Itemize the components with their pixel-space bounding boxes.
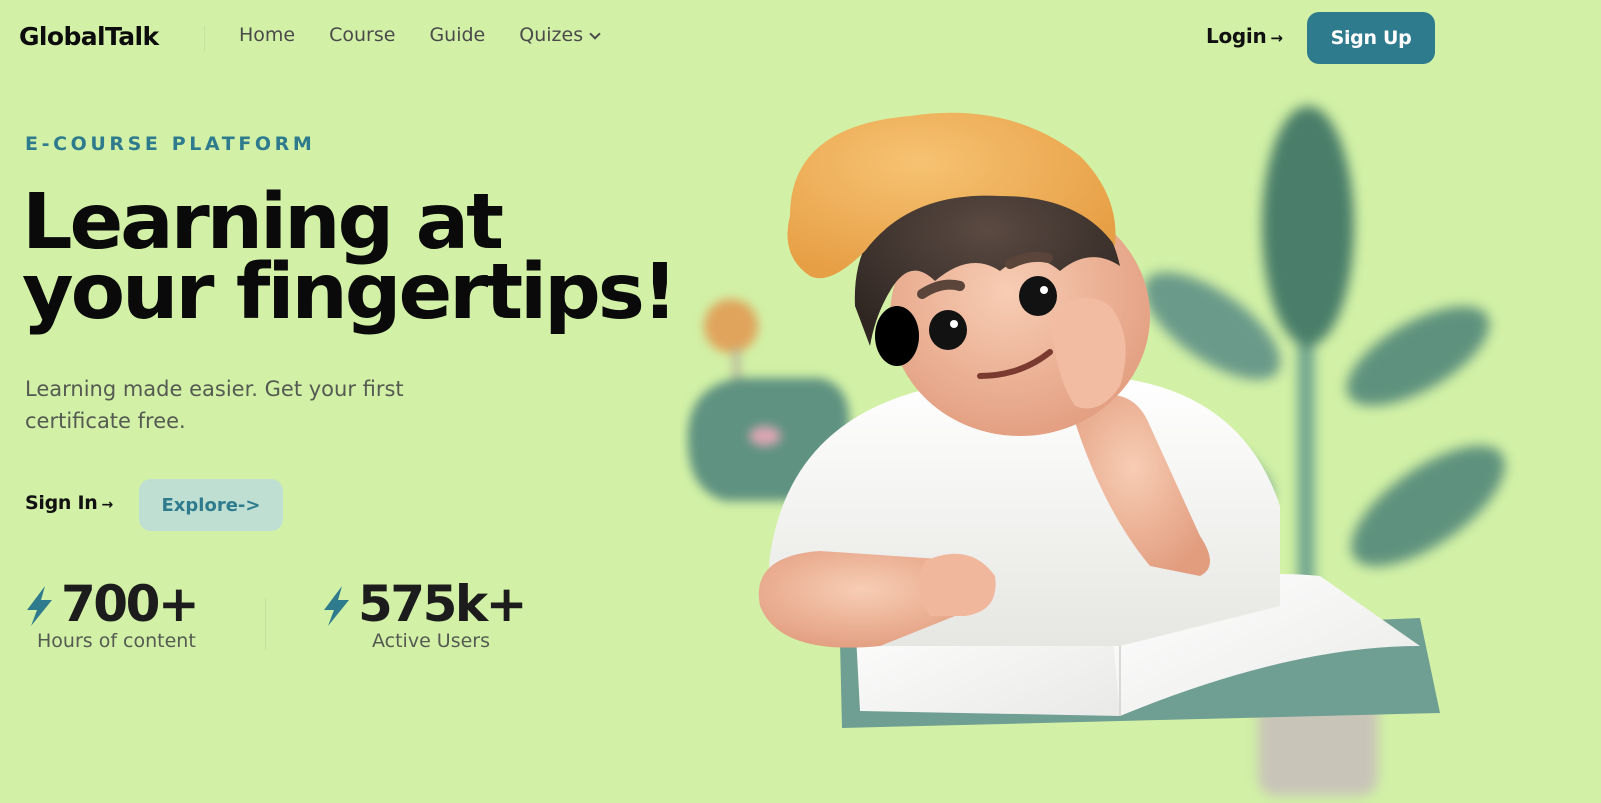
nav-divider	[204, 26, 205, 52]
eyebrow-label: E-COURSE PLATFORM	[25, 133, 316, 155]
nav-link-home[interactable]: Home	[239, 24, 295, 46]
nav-link-quizes-dropdown[interactable]: Quizes	[519, 24, 601, 46]
sign-in-label: Sign In	[25, 492, 98, 514]
stat-label: Active Users	[372, 630, 491, 652]
sign-in-link[interactable]: Sign In →	[25, 492, 113, 514]
nav-link-quizes-label: Quizes	[519, 24, 584, 46]
stat-hours: 700+ Hours of content	[25, 575, 200, 652]
nav-link-course[interactable]: Course	[329, 24, 395, 46]
lightning-bolt-icon	[324, 586, 349, 626]
logo[interactable]: GlobalTalk	[19, 22, 159, 51]
top-navigation: GlobalTalk Home Course Guide Quizes Logi…	[0, 0, 1601, 76]
sign-up-button[interactable]: Sign Up	[1307, 12, 1435, 64]
stat-users: 575k+ Active Users	[322, 575, 528, 652]
nav-link-guide-label: Guide	[429, 24, 486, 46]
arrow-right-icon: →	[1270, 29, 1283, 47]
nav-link-course-label: Course	[329, 24, 396, 46]
nav-link-home-label: Home	[239, 24, 296, 46]
nav-link-guide[interactable]: Guide	[429, 24, 485, 46]
stat-value: 700+	[61, 575, 200, 633]
hero-headline-line-2: your fingertips!	[22, 248, 678, 337]
stat-label: Hours of content	[37, 630, 196, 652]
character	[758, 112, 1280, 648]
hero-subtext: Learning made easier. Get your first cer…	[25, 377, 404, 433]
stats-divider	[265, 598, 266, 650]
stat-value: 575k+	[358, 575, 528, 633]
arrow-right-icon: →	[101, 497, 113, 513]
login-label: Login	[1206, 24, 1267, 48]
nav-links: Home Course Guide Quizes	[239, 24, 601, 46]
lightning-bolt-icon	[27, 586, 52, 626]
login-link[interactable]: Login →	[1206, 24, 1283, 48]
explore-button[interactable]: Explore->	[139, 479, 283, 531]
hero-illustration	[687, 106, 1505, 796]
chevron-down-icon	[589, 27, 601, 40]
hero-headline: Learning at your fingertips!	[22, 184, 678, 337]
